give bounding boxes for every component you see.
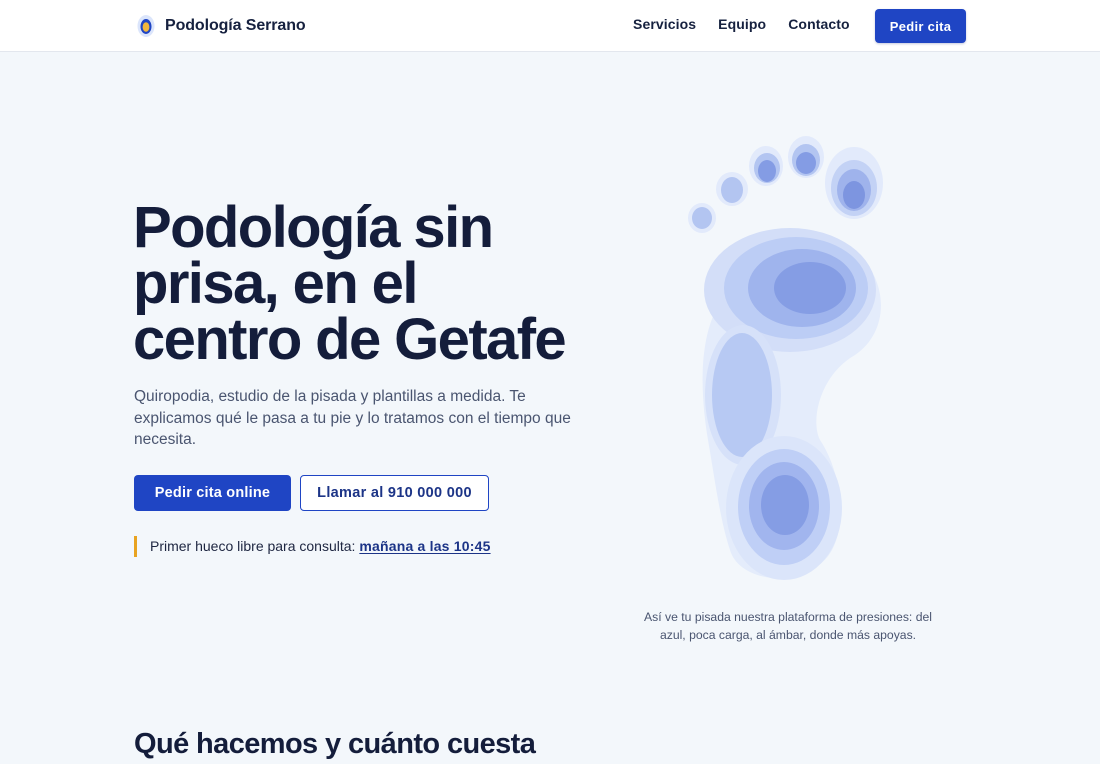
main-nav: Servicios Equipo Contacto [633, 16, 850, 32]
hero-title-line-2: prisa, en el [133, 251, 418, 316]
services-section-title: Qué hacemos y cuánto cuesta [134, 728, 536, 760]
heel-pressure-zone [726, 436, 842, 580]
site-header: Podología Serrano Servicios Equipo Conta… [0, 0, 1100, 52]
hero-title-line-1: Podología sin [133, 195, 494, 260]
header-book-appointment-button[interactable]: Pedir cita [875, 9, 966, 43]
nav-link-equipo[interactable]: Equipo [718, 16, 766, 32]
pressure-map-caption: Así ve tu pisada nuestra plataforma de p… [644, 610, 932, 642]
footprint-logo-icon [137, 15, 155, 37]
next-available-slot: Primer hueco libre para consulta: mañana… [134, 536, 491, 557]
next-slot-label: Primer hueco libre para consulta: [150, 538, 356, 554]
book-online-button[interactable]: Pedir cita online [134, 475, 291, 511]
nav-link-servicios[interactable]: Servicios [633, 16, 696, 32]
hero-subtitle: Quiropodia, estudio de la pisada y plant… [134, 388, 571, 448]
next-slot-link[interactable]: mañana a las 10:45 [359, 538, 490, 554]
hero-title: Podología sin prisa, en el centro de Get… [133, 195, 603, 372]
call-phone-button[interactable]: Llamar al 910 000 000 [300, 475, 489, 511]
hero-title-line-3: centro de Getafe [133, 307, 567, 372]
nav-link-contacto[interactable]: Contacto [788, 16, 849, 32]
toe-prints [688, 136, 883, 233]
brand[interactable]: Podología Serrano [136, 14, 306, 38]
foot-pressure-map-icon [688, 136, 883, 580]
brand-name: Podología Serrano [165, 17, 306, 34]
